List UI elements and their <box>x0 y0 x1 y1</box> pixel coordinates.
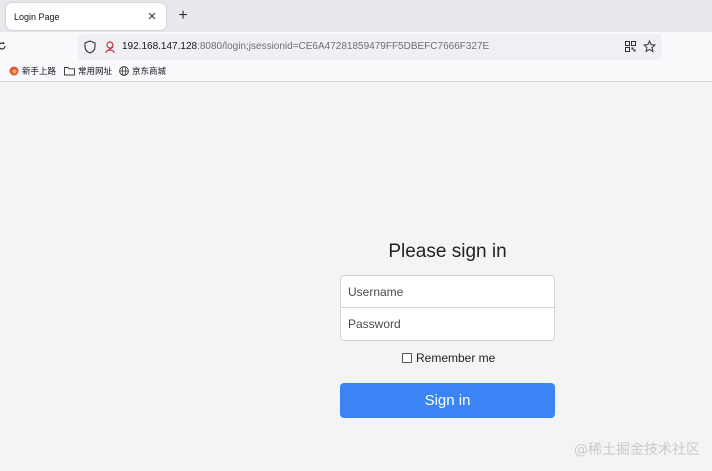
login-form: Please sign in Remember me Sign in <box>340 238 555 418</box>
globe-icon <box>119 66 129 76</box>
password-input[interactable] <box>340 308 555 341</box>
nav-bar: 192.168.147.128:8080/login;jsessionid=CE… <box>0 32 712 62</box>
watermark: @稀土掘金技术社区 <box>574 442 700 458</box>
new-tab-plus-icon[interactable]: + <box>174 6 192 26</box>
bookmarks-toolbar: 新手上路 常用网址 京东商城 <box>0 62 712 82</box>
shield-icon[interactable] <box>84 40 96 54</box>
qr-code-icon[interactable] <box>625 41 636 52</box>
address-bar[interactable]: 192.168.147.128:8080/login;jsessionid=CE… <box>78 34 662 60</box>
url-path: :8080/login;jsessionid=CE6A47281859479FF… <box>197 41 490 52</box>
sign-in-button[interactable]: Sign in <box>340 383 555 418</box>
remember-me-checkbox[interactable] <box>402 353 412 363</box>
bookmark-jd-mall[interactable]: 京东商城 <box>119 65 166 77</box>
url-host: 192.168.147.128 <box>122 41 198 52</box>
tab-title: Login Page <box>14 11 60 22</box>
tab-login-page[interactable]: Login Page ✕ <box>6 3 166 30</box>
reload-icon[interactable] <box>0 41 7 51</box>
tab-bar: Login Page ✕ + <box>0 0 712 32</box>
bookmark-common-sites[interactable]: 常用网址 <box>64 65 112 77</box>
remember-me-label: Remember me <box>416 351 496 365</box>
url-text[interactable]: 192.168.147.128:8080/login;jsessionid=CE… <box>122 41 489 52</box>
bookmark-label: 常用网址 <box>78 66 113 76</box>
page-title: Please sign in <box>388 241 507 262</box>
close-icon[interactable]: ✕ <box>146 10 158 23</box>
remember-me[interactable]: Remember me <box>402 351 495 365</box>
bookmark-label: 新手上路 <box>22 66 57 76</box>
bookmark-star-icon[interactable] <box>643 40 656 53</box>
bookmark-label: 京东商城 <box>132 66 167 76</box>
bookmark-newbie-guide[interactable]: 新手上路 <box>9 65 56 77</box>
firefox-icon <box>9 66 19 76</box>
folder-icon <box>64 67 75 76</box>
permissions-icon[interactable] <box>104 40 116 54</box>
username-input[interactable] <box>340 275 555 308</box>
